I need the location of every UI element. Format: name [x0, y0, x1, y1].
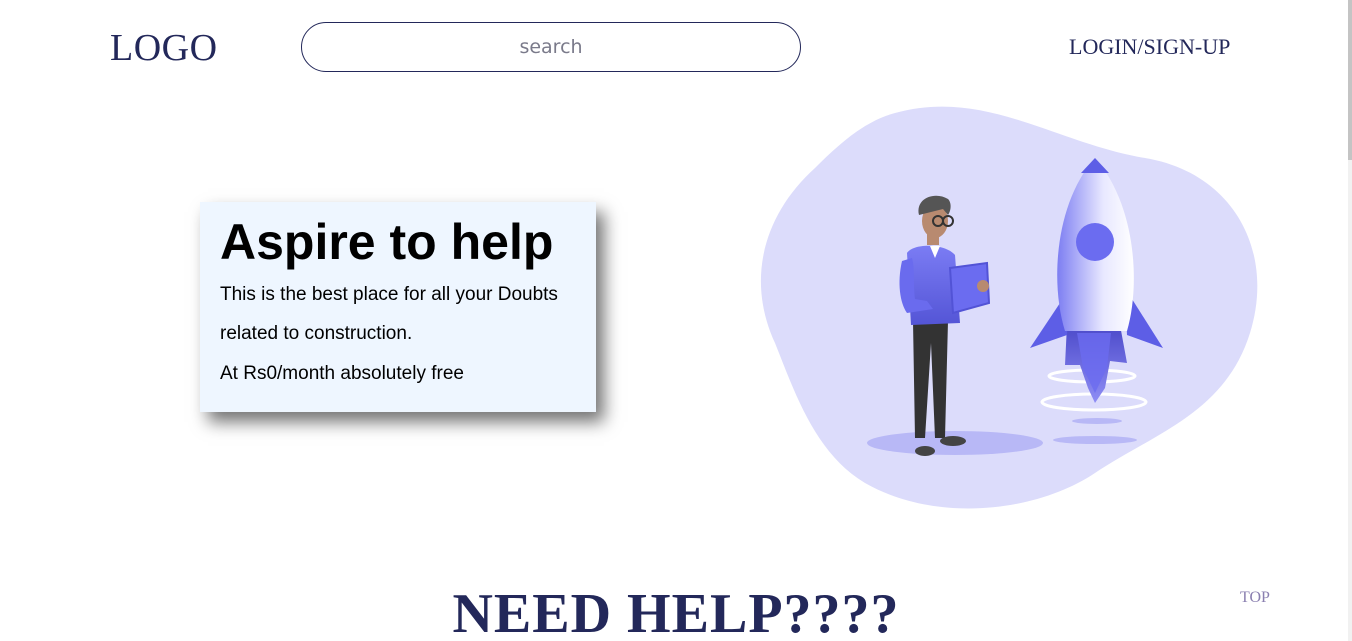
logo[interactable]: LOGO [110, 26, 218, 70]
search-input[interactable] [301, 22, 801, 72]
back-to-top-link[interactable]: TOP [1240, 589, 1270, 607]
section-heading: NEED HELP???? [452, 583, 900, 641]
hero-line-2: related to construction. [220, 323, 413, 344]
rocket-shadow [1053, 436, 1137, 444]
scrollbar-thumb[interactable] [1348, 0, 1352, 160]
hero-line-3: At Rs0/month absolutely free [220, 363, 464, 384]
hero-title: Aspire to help [220, 214, 554, 270]
hero-line-1: This is the best place for all your Doub… [220, 284, 558, 305]
rocket-window [1076, 223, 1114, 261]
rocket-shadow-small [1072, 418, 1122, 424]
hero-illustration [760, 106, 1258, 509]
login-signup-link[interactable]: LOGIN/SIGN-UP [1069, 34, 1230, 60]
hero-card: Aspire to help This is the best place fo… [200, 202, 596, 412]
scrollbar[interactable] [1348, 0, 1352, 641]
